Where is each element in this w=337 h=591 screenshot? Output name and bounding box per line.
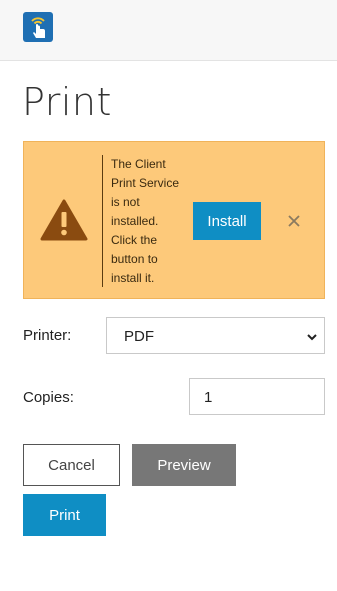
printer-label: Printer: bbox=[23, 327, 72, 344]
alert-message: The Client Print Service is not installe… bbox=[111, 157, 180, 285]
close-icon[interactable] bbox=[286, 213, 302, 229]
printer-selected-value: PDF bbox=[124, 328, 154, 345]
cancel-button[interactable]: Cancel bbox=[23, 444, 120, 486]
copies-label: Copies: bbox=[23, 389, 74, 406]
print-service-touch-icon[interactable] bbox=[23, 12, 53, 42]
page-title: Print bbox=[22, 80, 112, 124]
preview-button[interactable]: Preview bbox=[132, 444, 236, 486]
install-button[interactable]: Install bbox=[193, 202, 261, 240]
copies-input[interactable]: 1 bbox=[189, 378, 325, 415]
alert-divider bbox=[102, 155, 103, 287]
install-warning-alert: The Client Print Service is not installe… bbox=[23, 141, 325, 299]
warning-icon bbox=[40, 199, 88, 246]
chevron-down-icon bbox=[306, 330, 318, 348]
print-button[interactable]: Print bbox=[23, 494, 106, 536]
top-bar bbox=[0, 0, 337, 61]
printer-select[interactable]: PDF bbox=[106, 317, 325, 354]
copies-value: 1 bbox=[204, 389, 213, 406]
